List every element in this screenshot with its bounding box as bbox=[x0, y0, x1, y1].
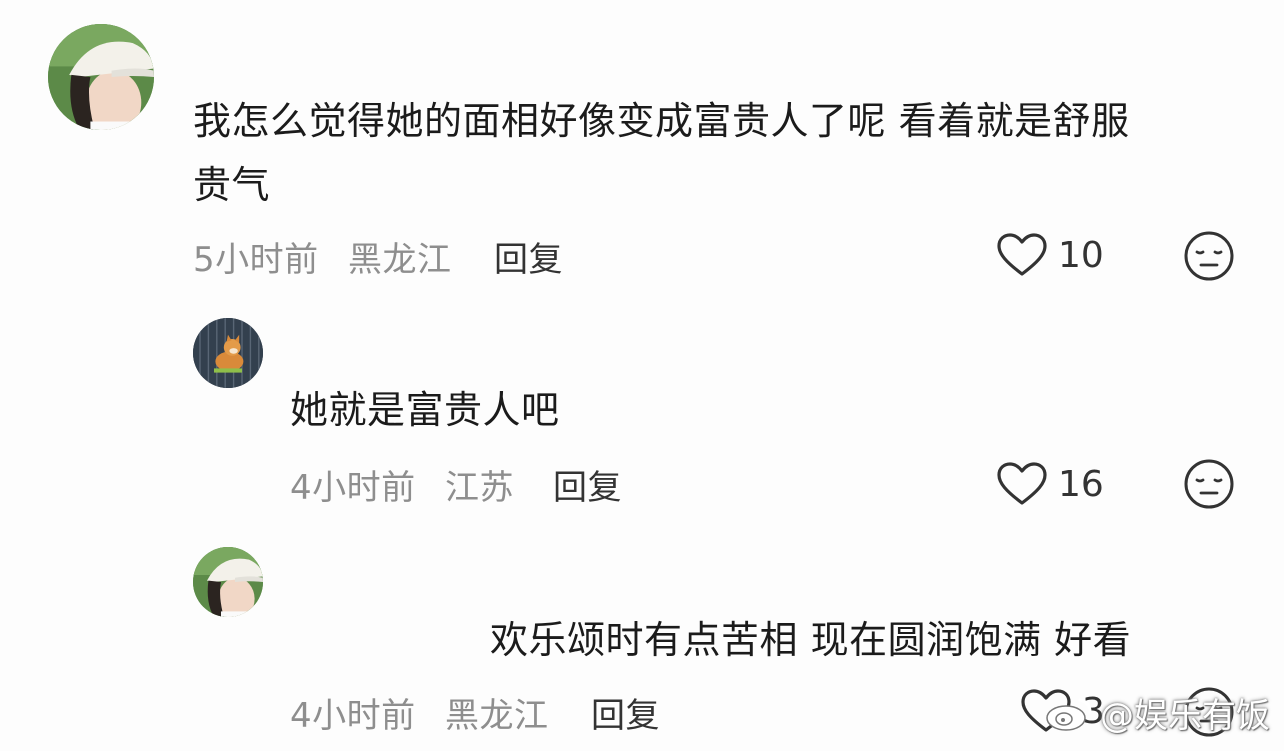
like-count: 10 bbox=[1058, 234, 1104, 276]
comment-location: 黑龙江 bbox=[348, 240, 452, 280]
avatar-user-3[interactable] bbox=[193, 547, 263, 617]
comment-text-line: 我怎么觉得她的面相好像变成富贵人了呢 看着就是舒服 bbox=[193, 99, 1130, 143]
like-count: 16 bbox=[1058, 463, 1104, 505]
dislike-button[interactable] bbox=[1183, 230, 1235, 282]
like-button[interactable]: 16 bbox=[996, 461, 1104, 507]
watermark-text: @娱乐有饭 bbox=[1100, 696, 1270, 736]
reply-button[interactable]: 回复 bbox=[553, 460, 622, 509]
like-button[interactable]: 10 bbox=[996, 232, 1104, 278]
avatar-shiba-dog-image bbox=[193, 318, 263, 388]
reply-button[interactable]: 回复 bbox=[591, 688, 660, 737]
dislike-button[interactable] bbox=[1183, 458, 1235, 510]
reply-button[interactable]: 回复 bbox=[494, 232, 563, 281]
comment-text-line: 贵气 bbox=[193, 163, 271, 207]
comment-time: 4小时前 bbox=[290, 468, 416, 508]
watermark: @娱乐有饭 bbox=[1044, 688, 1270, 737]
heart-outline-icon bbox=[997, 462, 1047, 505]
avatar-woman-cap-image bbox=[48, 24, 154, 130]
comment-text: 她就是富贵人吧 bbox=[290, 388, 560, 432]
weibo-logo-icon bbox=[1046, 698, 1092, 731]
comment-location: 黑龙江 bbox=[445, 696, 549, 736]
comment-time: 4小时前 bbox=[290, 696, 416, 736]
heart-outline-icon bbox=[997, 233, 1047, 276]
avatar-user-2[interactable] bbox=[193, 318, 263, 388]
neutral-face-icon bbox=[1184, 231, 1234, 281]
neutral-face-icon bbox=[1184, 459, 1234, 509]
comment-location: 江苏 bbox=[445, 468, 514, 508]
comment-time: 5小时前 bbox=[193, 240, 319, 280]
avatar-user-1[interactable] bbox=[48, 24, 154, 130]
avatar-woman-cap-image bbox=[193, 547, 263, 617]
comment-text: 欢乐颂时有点苦相 现在圆润饱满 好看 bbox=[490, 618, 1132, 662]
